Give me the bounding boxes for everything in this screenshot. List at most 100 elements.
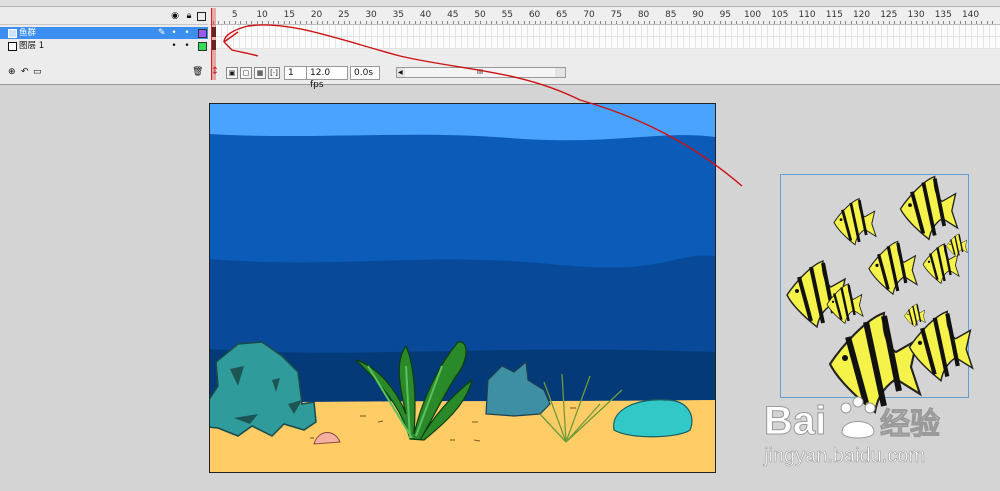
center-frame-icon[interactable]: ↕ (210, 67, 220, 77)
ruler-tick (436, 21, 438, 24)
ruler-tick (845, 21, 847, 24)
ruler-label: 5 (231, 10, 238, 20)
layer-icon (8, 42, 17, 51)
ruler-label: 10 (256, 10, 268, 20)
ruler-tick (572, 21, 574, 24)
ruler-tick (485, 21, 487, 24)
timeline-scrollbar[interactable]: ◀ III (396, 67, 566, 78)
ruler-tick (360, 21, 362, 24)
ruler-tick (458, 21, 460, 24)
eye-icon[interactable]: ◉ (170, 11, 180, 21)
ruler-tick (763, 21, 765, 24)
angelfish (833, 197, 877, 246)
ruler-label: 35 (392, 10, 405, 20)
ruler-tick (910, 21, 912, 24)
angelfish (908, 310, 974, 383)
ruler-tick (687, 21, 689, 24)
ruler-tick (621, 21, 623, 24)
ruler-label: 105 (771, 10, 789, 20)
ruler-tick (736, 21, 738, 24)
ruler-tick (681, 21, 683, 24)
layer-name: 鱼群 (19, 28, 37, 38)
ruler-tick (387, 21, 389, 24)
ruler-tick (490, 21, 492, 24)
ruler-tick (719, 21, 721, 24)
ruler-tick (316, 21, 318, 24)
ruler-tick (676, 21, 678, 24)
lock-icon[interactable]: 🔒︎ (184, 11, 194, 21)
stage-canvas[interactable] (209, 103, 716, 473)
ruler-tick (496, 21, 498, 24)
angelfish (904, 303, 926, 328)
ruler-tick (392, 21, 394, 24)
visibility-dot[interactable]: • (171, 40, 177, 52)
ruler-label: 20 (310, 10, 323, 20)
add-guide-layer-icon[interactable]: ↶ (21, 67, 29, 77)
outline-icon[interactable] (197, 12, 206, 21)
ruler-tick (245, 21, 247, 24)
layer-row-fish[interactable]: 鱼群 ✎ • • (0, 27, 208, 39)
ruler-tick (480, 21, 482, 24)
ruler-tick (627, 21, 629, 24)
frame-ruler[interactable]: 5 10 15 20 25 30 35 40 45 50 55 60 65 70 75 80 85 90 95 100… (210, 8, 1000, 25)
ruler-label: 55 (501, 10, 514, 20)
ruler-label: 120 (852, 10, 871, 20)
onion-skin-icon[interactable]: ▣ (226, 67, 238, 79)
visibility-dot[interactable]: • (171, 27, 177, 39)
ruler-tick (583, 21, 585, 24)
ruler-tick (262, 21, 264, 24)
angelfish (899, 175, 959, 241)
layer-row-1[interactable]: 图层 1 • • (0, 40, 208, 52)
ruler-tick (512, 21, 514, 24)
onion-markers-icon[interactable]: [·] (268, 67, 280, 79)
ruler-label: 60 (528, 10, 541, 20)
ocean-scene (210, 104, 715, 472)
layer-color-box[interactable] (198, 42, 207, 51)
ruler-tick (965, 21, 967, 24)
ruler-tick (240, 21, 242, 24)
ruler-tick (752, 21, 754, 24)
ruler-tick (943, 21, 945, 24)
ruler-tick (976, 21, 977, 24)
ruler-tick (981, 21, 983, 24)
ruler-label: 15 (283, 10, 296, 20)
ruler-label: 85 (665, 10, 677, 20)
frame-rate-field[interactable]: 12.0 fps (306, 66, 348, 90)
ruler-tick (229, 21, 231, 24)
layer-color-box[interactable] (198, 29, 207, 38)
edit-multiple-frames-icon[interactable]: ▦ (254, 67, 266, 79)
add-layer-icon[interactable]: ⊕ (8, 67, 16, 77)
timeline-status-bar: ↕ ▣ ▢ ▦ [·] 1 12.0 fps 0.0s ◀ III (210, 64, 1000, 90)
add-folder-icon[interactable]: ▭ (33, 67, 42, 77)
onion-outline-icon[interactable]: ▢ (240, 67, 252, 79)
ruler-tick (856, 21, 858, 24)
ruler-tick (474, 21, 476, 24)
ruler-tick (692, 21, 694, 24)
scroll-left-icon[interactable]: ◀ (398, 68, 403, 77)
ruler-tick (218, 21, 220, 24)
ruler-tick (725, 21, 727, 24)
ruler-tick (948, 21, 950, 24)
angelfish (868, 240, 919, 296)
ruler-tick (420, 21, 422, 24)
pencil-icon: ✎ (158, 28, 166, 38)
ruler-tick (861, 21, 863, 24)
ruler-tick (883, 21, 885, 24)
frames-grid[interactable] (210, 25, 1000, 49)
lock-dot[interactable]: • (184, 40, 190, 52)
trash-icon[interactable]: 🗑︎ (192, 67, 203, 77)
fish-school-symbol[interactable] (780, 174, 974, 414)
ruler-tick (550, 21, 552, 24)
paw-icon (840, 396, 876, 439)
ruler-tick (523, 21, 525, 24)
ruler-label: 50 (474, 10, 486, 20)
ruler-tick (561, 21, 563, 24)
ruler-tick (986, 21, 988, 24)
layers-header: ◉ 🔒︎ (0, 8, 208, 25)
scroll-thumb[interactable]: III (405, 68, 555, 77)
ruler-tick (501, 21, 503, 24)
ruler-tick (747, 21, 749, 24)
lock-dot[interactable]: • (184, 27, 190, 39)
ruler-tick (322, 21, 323, 24)
ruler-tick (888, 21, 890, 24)
